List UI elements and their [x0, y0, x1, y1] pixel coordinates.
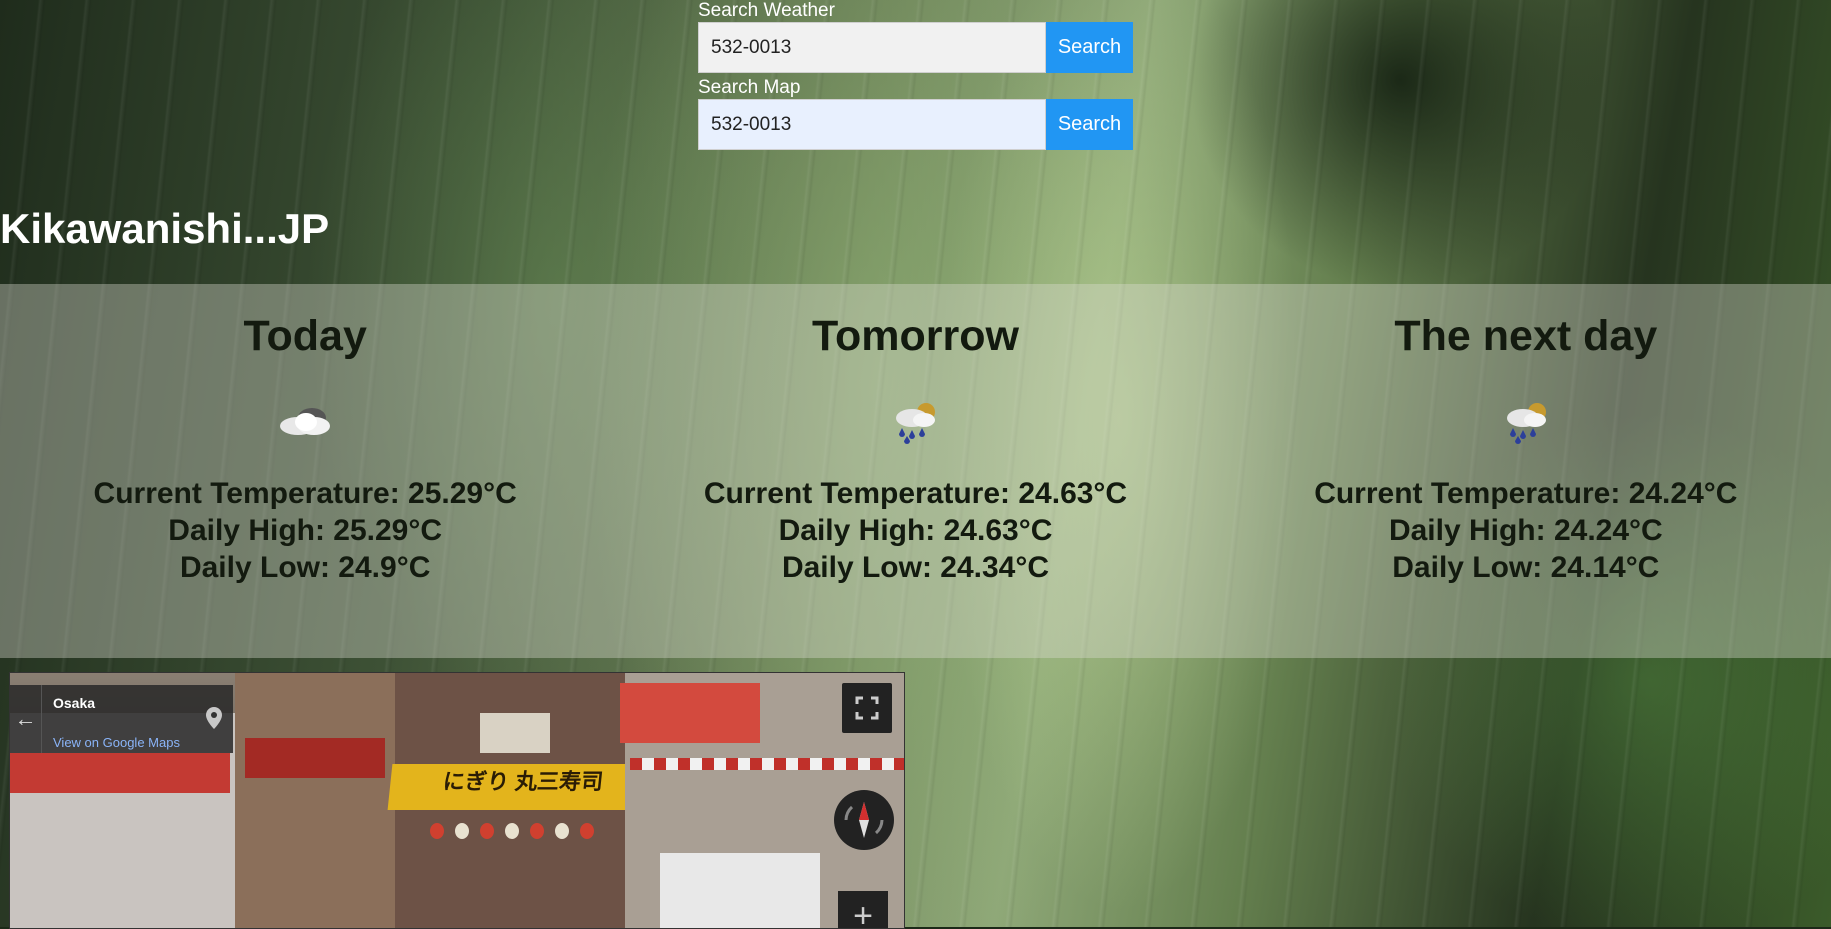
lantern: [430, 823, 444, 839]
daily-low: Daily Low: 24.34°C: [610, 549, 1220, 586]
view-on-google-maps-link[interactable]: View on Google Maps: [53, 735, 180, 750]
search-weather-input[interactable]: [698, 22, 1046, 73]
search-map-form: Search Map Search: [698, 77, 1133, 150]
lantern: [480, 823, 494, 839]
zoom-in-button[interactable]: +: [838, 891, 888, 929]
daily-high: Daily High: 24.63°C: [610, 512, 1220, 549]
search-weather-form: Search Weather Search: [698, 0, 1133, 73]
lantern: [530, 823, 544, 839]
compass-control[interactable]: [834, 790, 894, 850]
map-pin-icon[interactable]: [206, 707, 222, 729]
location-title: Kikawanishi...JP: [0, 204, 329, 254]
search-map-button[interactable]: Search: [1046, 99, 1133, 150]
shop-sign: [620, 683, 760, 743]
current-temperature: Current Temperature: 25.29°C: [0, 475, 610, 512]
current-temperature: Current Temperature: 24.24°C: [1221, 475, 1831, 512]
street-view-place: Osaka: [53, 695, 95, 711]
daily-high: Daily High: 24.24°C: [1221, 512, 1831, 549]
building-facade: [235, 673, 395, 928]
rain-sun-icon: [886, 398, 944, 444]
fullscreen-button[interactable]: [842, 683, 892, 733]
street-view-panorama[interactable]: にぎり 丸三寿司 ← Osaka View on Google Maps +: [9, 672, 905, 929]
street-view-info-card: ← Osaka View on Google Maps: [10, 685, 233, 753]
counter: [660, 853, 820, 928]
shop-awning: にぎり 丸三寿司: [388, 764, 658, 810]
rain-sun-icon: [1497, 398, 1555, 444]
search-map-label: Search Map: [698, 77, 1133, 99]
plus-icon: +: [853, 897, 873, 929]
daily-low: Daily Low: 24.14°C: [1221, 549, 1831, 586]
forecast-day-today: Today Current Temperature: 25.29°C Daily…: [0, 284, 610, 658]
search-weather-label: Search Weather: [698, 0, 1133, 22]
day-title: Today: [0, 311, 610, 361]
current-temperature: Current Temperature: 24.63°C: [610, 475, 1220, 512]
forecast-day-next: The next day Current Temperature: 24.24°…: [1221, 284, 1831, 658]
fullscreen-icon: [855, 696, 879, 720]
day-title: Tomorrow: [610, 311, 1220, 361]
search-weather-button[interactable]: Search: [1046, 22, 1133, 73]
shop-sign: [245, 738, 385, 778]
forecast-day-tomorrow: Tomorrow Current Temperature: 24.63°C Da…: [610, 284, 1220, 658]
daily-high: Daily High: 25.29°C: [0, 512, 610, 549]
compass-icon: [834, 790, 894, 850]
lantern: [580, 823, 594, 839]
cloudy-icon: [276, 398, 334, 444]
lantern: [455, 823, 469, 839]
window: [480, 713, 550, 753]
forecast-panel: Today Current Temperature: 25.29°C Daily…: [0, 284, 1831, 658]
search-map-input[interactable]: [698, 99, 1046, 150]
day-title: The next day: [1221, 311, 1831, 361]
lantern: [505, 823, 519, 839]
daily-low: Daily Low: 24.9°C: [0, 549, 610, 586]
back-arrow-icon[interactable]: ←: [10, 685, 42, 753]
shop-sign: [10, 753, 230, 793]
striped-awning: [630, 758, 905, 770]
lantern: [555, 823, 569, 839]
